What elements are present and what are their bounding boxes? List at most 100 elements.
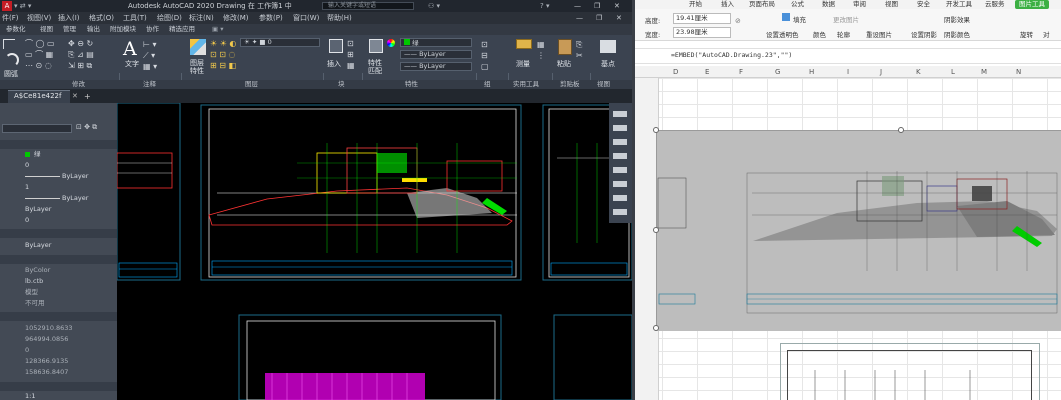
user-icon[interactable]: ⚇ ▾	[428, 0, 440, 12]
resize-handle-left[interactable]	[653, 227, 659, 233]
excel-tab-security[interactable]: 安全	[917, 0, 930, 9]
excel-tab-formulas[interactable]: 公式	[791, 0, 804, 9]
menu-window[interactable]: 窗口(W)	[293, 12, 319, 24]
lock-ratio-icon[interactable]: ⊘	[735, 17, 741, 25]
view-height-row[interactable]: 128366.9135	[0, 356, 117, 367]
plot-layer-row[interactable]: ByLayer	[0, 204, 117, 215]
center-z-row[interactable]: 0	[0, 345, 117, 356]
layer-properties-icon[interactable]	[190, 39, 206, 55]
match-properties-icon[interactable]	[369, 39, 383, 53]
menu-insert[interactable]: 插入(I)	[58, 12, 80, 24]
col-header-e[interactable]: E	[705, 66, 709, 78]
layer-tools-icon[interactable]: ☀ ☀ ◐ ⊡ ⊡ ◌ ⊞ ⊟ ◧	[210, 38, 236, 71]
formula-bar[interactable]: =EMBED("AutoCAD.Drawing.23","")	[635, 48, 1061, 64]
height-input[interactable]: 19.41厘米	[673, 13, 731, 24]
align-button[interactable]: 对	[1043, 29, 1050, 39]
col-header-l[interactable]: L	[951, 66, 955, 78]
reset-picture-button[interactable]: 重设图片	[866, 29, 892, 39]
menu-modify[interactable]: 修改(M)	[223, 12, 249, 24]
general-section-header[interactable]	[0, 140, 117, 149]
resize-handle-top-left[interactable]	[653, 127, 659, 133]
paste-icon[interactable]	[558, 39, 572, 55]
excel-tab-insert[interactable]: 插入	[721, 0, 734, 9]
width-input[interactable]: 23.98厘米	[673, 27, 731, 38]
annotation-tools-icon[interactable]: ⊢ ▾ ⟋ ▾ ▦ ▾	[143, 39, 157, 72]
shadow-color-button[interactable]: 阴影颜色	[944, 29, 970, 39]
modify-tools-icon[interactable]: ✥ ⊖ ↻ ⎘ ⊿ ▤ ⇲ ⊞ ⧉	[68, 38, 94, 71]
resize-handle-top[interactable]	[898, 127, 904, 133]
plot-style-table-row[interactable]: lb.ctb	[0, 276, 117, 287]
excel-tab-view[interactable]: 视图	[885, 0, 898, 9]
col-header-h[interactable]: H	[809, 66, 814, 78]
drawing-canvas[interactable]	[116, 102, 632, 400]
menu-file[interactable]: 件(F)	[2, 12, 19, 24]
embedded-autocad-object[interactable]	[653, 127, 1061, 331]
tab-addins[interactable]: 附加模块	[110, 24, 136, 35]
text-button[interactable]: A	[123, 38, 137, 60]
layer-dropdown[interactable]: ☀ ✦ ■ 0	[240, 38, 320, 47]
linetype-row[interactable]: ByLayer	[0, 171, 117, 182]
excel-tab-review[interactable]: 审阅	[853, 0, 866, 9]
view-width-row[interactable]: 158636.8407	[0, 367, 117, 378]
center-x-row[interactable]: 1052910.8633	[0, 323, 117, 334]
search-input[interactable]: 输入关键字或短语	[328, 0, 376, 12]
utilities-panel-label[interactable]: 实用工具	[513, 80, 539, 89]
app-logo[interactable]: A	[2, 1, 12, 11]
block-tools-icon[interactable]: ⊡ ⊞ ▦	[347, 38, 355, 71]
polyline-icon[interactable]	[3, 39, 15, 49]
doc-minimize-button[interactable]: —	[576, 12, 583, 24]
utility-tools-icon[interactable]: ▦ ⋮	[537, 39, 545, 61]
center-y-row[interactable]: 964994.0856	[0, 334, 117, 345]
view-panel-label[interactable]: 视图	[597, 80, 610, 89]
col-header-n[interactable]: N	[1016, 66, 1021, 78]
col-header-g[interactable]: G	[775, 66, 780, 78]
group-panel-label[interactable]: 组	[484, 80, 491, 89]
clipboard-tools-icon[interactable]: ⎘ ✂	[576, 39, 583, 61]
insert-block-icon[interactable]	[329, 39, 343, 53]
col-header-j[interactable]: J	[880, 66, 882, 78]
base-point-icon[interactable]	[600, 40, 616, 53]
menu-view[interactable]: 视图(V)	[27, 12, 51, 24]
misc-section-header[interactable]	[0, 382, 117, 391]
draw-tools-icon[interactable]: ⌒ ◯ ▭ ▭ ⌒ ▦ ⋯ ⊙ ◌	[25, 38, 55, 71]
doc-tab-close-icon[interactable]: ✕	[72, 90, 78, 103]
tab-featured-apps[interactable]: 精选应用	[169, 24, 195, 35]
new-tab-icon[interactable]: +	[84, 90, 91, 103]
fill-label[interactable]: 填充	[793, 14, 806, 24]
annotation-panel-label[interactable]: 注释	[143, 80, 156, 89]
formula-text[interactable]: =EMBED("AutoCAD.Drawing.23","")	[671, 51, 792, 59]
minimize-button[interactable]: —	[574, 0, 581, 12]
rotate-button[interactable]: 旋转	[1020, 29, 1033, 39]
col-header-k[interactable]: K	[916, 66, 921, 78]
measure-icon[interactable]	[516, 39, 532, 49]
col-header-d[interactable]: D	[673, 66, 678, 78]
lineweight-dropdown[interactable]: —— ByLayer	[400, 62, 472, 71]
selection-dropdown[interactable]	[2, 124, 72, 133]
menu-help[interactable]: 帮助(H)	[327, 12, 352, 24]
help-icon[interactable]: ? ▾	[540, 0, 549, 12]
tab-manage[interactable]: 管理	[63, 24, 76, 35]
outline-button[interactable]: 轮廓	[837, 29, 850, 39]
col-header-m[interactable]: M	[981, 66, 987, 78]
fill-icon[interactable]	[782, 13, 790, 21]
menu-dimension[interactable]: 标注(N)	[189, 12, 214, 24]
color-button[interactable]: 颜色	[813, 29, 826, 39]
quick-select-icon[interactable]: ⊡ ✥ ⧉	[76, 123, 97, 132]
close-button[interactable]: ✕	[614, 0, 620, 12]
layer-row[interactable]: 0	[0, 160, 117, 171]
set-transparent-color-button[interactable]: 设置透明色	[766, 29, 799, 39]
material-row[interactable]: ByLayer	[0, 240, 117, 251]
col-header-i[interactable]: I	[847, 66, 849, 78]
excel-tab-home[interactable]: 开始	[689, 0, 702, 9]
tab-collaborate[interactable]: 协作	[146, 24, 159, 35]
color-dropdown[interactable]: 绿	[400, 38, 472, 47]
plot-attached-row[interactable]: 模型	[0, 287, 117, 298]
quick-access-label[interactable]: ▾ ⇄ ▾	[14, 0, 31, 12]
excel-tab-cloud[interactable]: 云服务	[985, 0, 1005, 9]
transparency-row[interactable]: 0	[0, 215, 117, 226]
layers-panel-label[interactable]: 图层	[245, 80, 258, 89]
excel-tab-page-layout[interactable]: 页面布局	[749, 0, 775, 9]
shadow-effect-button[interactable]: 阴影效果	[944, 14, 970, 24]
ribbon-toggle-icon[interactable]: ▣ ▾	[212, 24, 223, 35]
tab-output[interactable]: 输出	[87, 24, 100, 35]
